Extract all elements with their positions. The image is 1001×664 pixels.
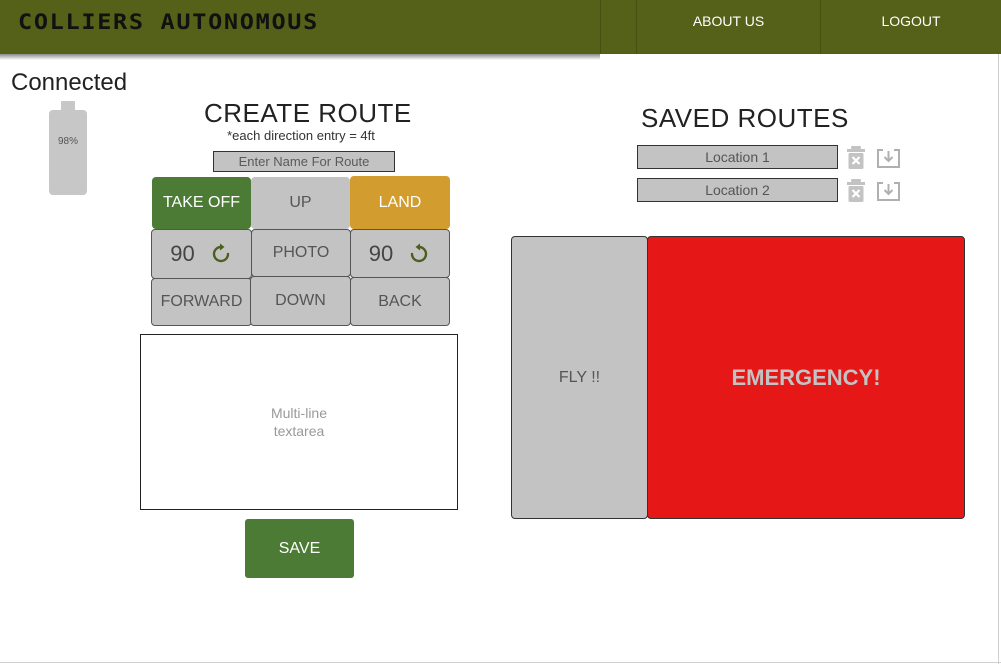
fly-button[interactable]: FLY !! xyxy=(511,236,648,519)
battery-percentage: 98% xyxy=(57,136,78,147)
about-us-link[interactable]: ABOUT US xyxy=(637,0,820,54)
down-button[interactable]: DOWN xyxy=(250,276,351,326)
route-textarea[interactable]: Multi-line textarea xyxy=(140,334,458,510)
download-icon[interactable] xyxy=(876,148,901,169)
rotate-clockwise-icon xyxy=(212,243,229,263)
back-button[interactable]: BACK xyxy=(350,277,450,326)
connection-status: Connected xyxy=(11,69,128,96)
save-button[interactable]: SAVE xyxy=(245,519,354,578)
page-border xyxy=(998,54,999,664)
land-button[interactable]: LAND xyxy=(350,176,450,229)
photo-button[interactable]: PHOTO xyxy=(251,229,351,277)
battery-icon: 98% xyxy=(49,110,87,195)
logo: COLLIERS AUTONOMOUS xyxy=(18,10,319,34)
saved-route-location-2[interactable]: Location 2 xyxy=(637,178,838,202)
download-icon[interactable] xyxy=(876,181,901,202)
rotate-left-button[interactable]: 90 xyxy=(151,229,252,279)
trash-icon[interactable] xyxy=(846,178,866,203)
saved-routes-title: SAVED ROUTES xyxy=(641,103,849,133)
rotate-right-degrees: 90 xyxy=(368,240,394,266)
emergency-button[interactable]: EMERGENCY! xyxy=(647,236,965,519)
rotate-left-degrees: 90 xyxy=(170,241,195,266)
forward-button[interactable]: FORWARD xyxy=(151,278,252,326)
direction-note: *each direction entry = 4ft xyxy=(227,128,375,143)
trash-icon[interactable] xyxy=(846,145,866,170)
take-off-button[interactable]: TAKE OFF xyxy=(152,177,251,229)
rotate-counterclockwise-icon xyxy=(411,243,428,262)
top-nav-bar: COLLIERS AUTONOMOUS ABOUT US LOGOUT xyxy=(0,0,1001,54)
nav-divider xyxy=(600,0,601,54)
saved-route-location-1[interactable]: Location 1 xyxy=(637,145,838,169)
route-name-input[interactable] xyxy=(213,151,395,172)
page-border xyxy=(0,662,1001,663)
rotate-right-button[interactable]: 90 xyxy=(350,229,450,278)
create-route-title: CREATE ROUTE xyxy=(204,98,412,128)
up-button[interactable]: UP xyxy=(251,177,350,229)
header-shadow xyxy=(0,54,600,60)
logout-link[interactable]: LOGOUT xyxy=(821,0,1001,54)
